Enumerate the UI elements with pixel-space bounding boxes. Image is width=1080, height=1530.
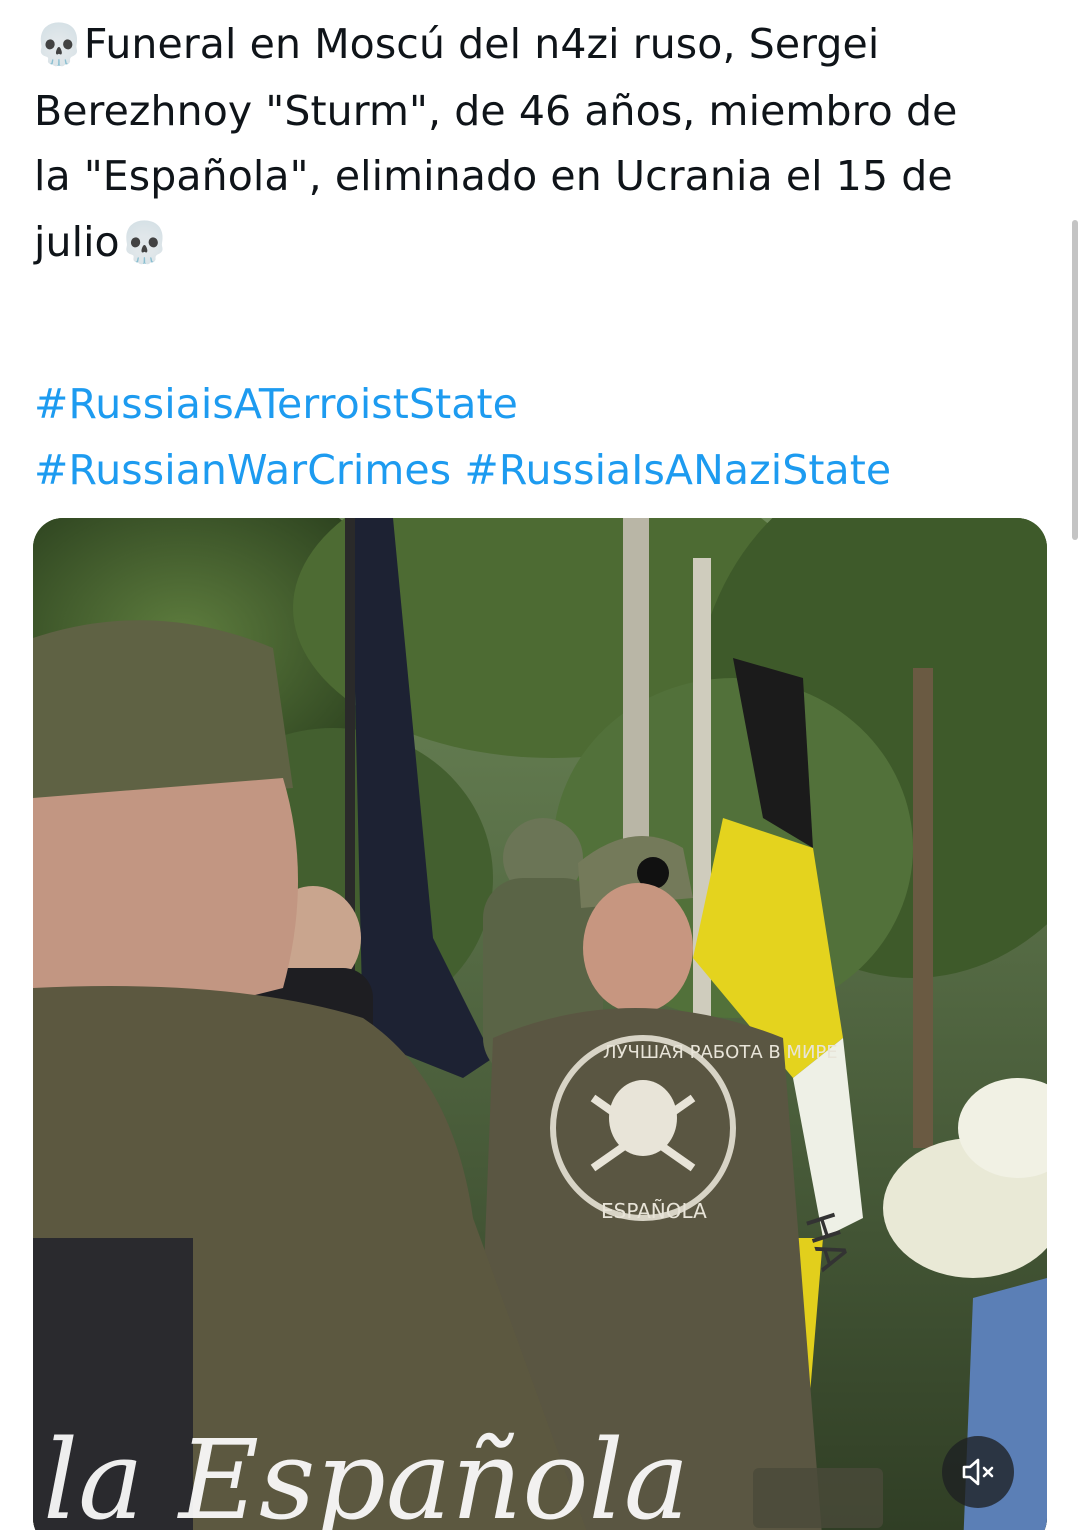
skull-icon: 💀 (34, 22, 84, 68)
foreground-cap (33, 620, 293, 808)
shirt-text-bottom: ESPAÑOLA (601, 1199, 707, 1223)
hashtag-link[interactable]: #RussiaisATerroistState (34, 380, 518, 428)
tweet-text-line-3: la "Española", eliminado en Ucrania el 1… (34, 152, 953, 200)
tweet-text-line-2: Berezhnoy "Sturm", de 46 años, miembro d… (34, 86, 958, 135)
scrollbar[interactable] (1072, 220, 1078, 540)
tree-trunk (913, 668, 933, 1148)
mute-button[interactable] (942, 1436, 1014, 1508)
speaker-muted-icon (962, 1458, 994, 1486)
tweet-text-line-1: 💀Funeral en Moscú del n4zi ruso, Sergei (34, 20, 880, 68)
hashtag-link[interactable]: #RussiaIsANaziState (464, 446, 891, 494)
skull-icon: 💀 (119, 219, 170, 266)
hashtag-line-2: #RussianWarCrimes #RussiaIsANaziState (34, 438, 1054, 504)
pistol-graphic (753, 1468, 883, 1528)
video-player[interactable]: НА ЛУЧШАЯ РАБОТА В МИРЕ ESPAÑOLA la Espa… (33, 518, 1047, 1530)
tweet-text: 💀Funeral en Moscú del n4zi ruso, Sergei … (34, 12, 1054, 503)
tweet-text-line-4: julio💀 (34, 217, 170, 266)
tweet-view: 💀Funeral en Moscú del n4zi ruso, Sergei … (0, 0, 1080, 1530)
foreground-head (33, 778, 298, 1008)
hashtag-line-1: #RussiaisATerroistState (34, 372, 1054, 438)
hashtag-link[interactable]: #RussianWarCrimes (34, 446, 451, 494)
person-head (583, 883, 693, 1013)
video-watermark: la Española (43, 1416, 689, 1530)
video-frame: НА ЛУЧШАЯ РАБОТА В МИРЕ ESPAÑOLA la Espa… (33, 518, 1047, 1530)
shirt-text-top: ЛУЧШАЯ РАБОТА В МИРЕ (603, 1042, 838, 1063)
